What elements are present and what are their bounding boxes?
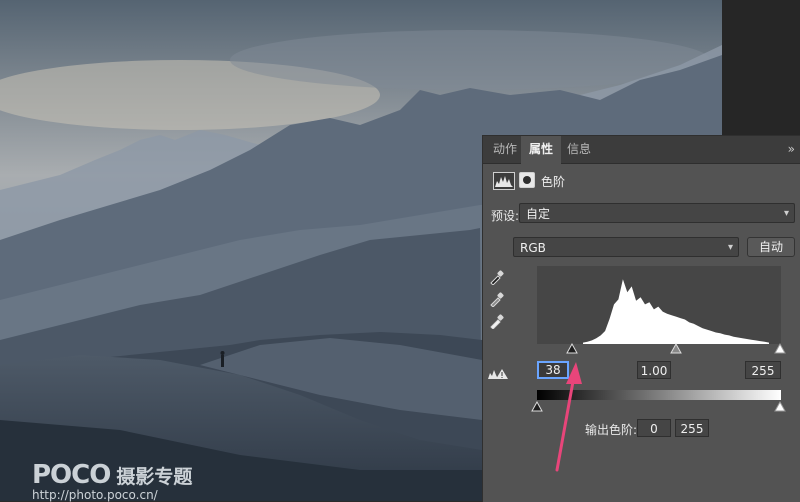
input-black-field[interactable]: 38 xyxy=(537,361,569,379)
output-sliders xyxy=(531,400,786,412)
output-black-field[interactable]: 0 xyxy=(637,419,671,437)
input-white-slider[interactable] xyxy=(774,342,786,354)
input-gamma-slider[interactable] xyxy=(670,342,682,354)
poco-watermark: POCO 摄影专题 http://photo.poco.cn/ xyxy=(32,460,193,502)
output-gradient-bar xyxy=(537,390,781,400)
output-white-slider[interactable] xyxy=(774,400,786,412)
properties-panel: 动作 属性 信息 » 色阶 预设: 自定 ▾ RGB ▾ 自动 38 1.00 … xyxy=(482,135,800,502)
output-black-slider[interactable] xyxy=(531,400,543,412)
watermark-url: http://photo.poco.cn/ xyxy=(32,488,158,502)
input-white-field[interactable]: 255 xyxy=(745,361,781,379)
input-sliders xyxy=(566,342,786,354)
watermark-subtitle: 摄影专题 xyxy=(116,466,193,488)
input-gamma-field[interactable]: 1.00 xyxy=(637,361,671,379)
watermark-logo: POCO xyxy=(32,460,111,490)
input-black-slider[interactable] xyxy=(566,342,578,354)
output-levels-label: 输出色阶: xyxy=(585,423,638,437)
clipping-warning-icon[interactable] xyxy=(487,368,509,380)
output-white-field[interactable]: 255 xyxy=(675,419,709,437)
